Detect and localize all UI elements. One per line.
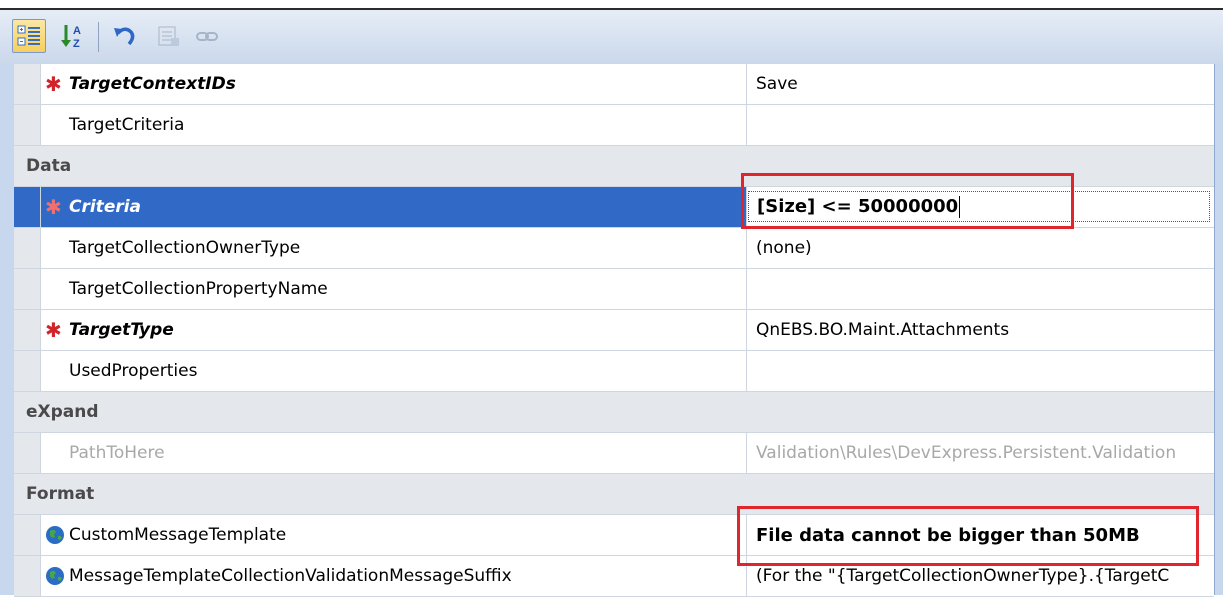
property-name[interactable]: ✱ Criteria [41,187,747,227]
message-highlight-box [737,506,1199,566]
grid-right-frame [1214,64,1223,595]
globe-icon [46,567,64,585]
property-value[interactable] [748,105,1214,145]
property-row-targetcollectionownertype[interactable]: TargetCollectionOwnerType (none) [14,228,1214,269]
cropped-top-strip [0,0,1223,8]
row-gutter [14,433,41,473]
property-value[interactable] [748,269,1214,309]
svg-text:A: A [73,25,81,37]
required-asterisk-icon: ✱ [45,195,62,219]
property-name-text: CustomMessageTemplate [69,525,287,545]
property-value[interactable] [748,351,1214,391]
row-gutter [14,310,41,350]
property-name[interactable]: PathToHere [41,433,747,473]
reset-button[interactable] [108,19,142,53]
property-row-pathtohere[interactable]: PathToHere Validation\Rules\DevExpress.P… [14,433,1214,474]
property-row-targetcontextids[interactable]: ✱ TargetContextIDs Save [14,64,1214,105]
property-value[interactable]: (none) [748,228,1214,268]
property-grid-toolbar: A Z [0,8,1223,67]
property-row-targetcriteria[interactable]: TargetCriteria [14,105,1214,146]
property-name[interactable]: TargetCollectionPropertyName [41,269,747,309]
property-name-text: MessageTemplateCollectionValidationMessa… [69,566,512,586]
row-gutter [14,187,41,227]
property-name[interactable]: ✱ TargetContextIDs [41,64,747,104]
property-name[interactable]: TargetCriteria [41,105,747,145]
property-name[interactable]: UsedProperties [41,351,747,391]
row-gutter [14,105,41,145]
property-name[interactable]: CustomMessageTemplate [41,515,747,555]
row-gutter [14,351,41,391]
property-row-usedproperties[interactable]: UsedProperties [14,351,1214,392]
categorized-button[interactable] [12,19,46,53]
property-name-text: TargetContextIDs [69,74,236,94]
property-name[interactable]: ✱ TargetType [41,310,747,350]
property-value[interactable]: Save [748,64,1214,104]
category-expand[interactable]: eXpand [14,392,1214,433]
row-gutter [14,228,41,268]
required-asterisk-icon: ✱ [45,72,62,96]
property-name-text: Criteria [69,197,142,217]
property-value[interactable]: Validation\Rules\DevExpress.Persistent.V… [748,433,1214,473]
property-pages-button[interactable] [152,19,186,53]
globe-icon [46,526,64,544]
property-name-text: TargetType [69,320,174,340]
row-gutter [14,269,41,309]
required-asterisk-icon: ✱ [45,318,62,342]
criteria-highlight-box [741,173,1074,229]
property-value[interactable]: QnEBS.BO.Maint.Attachments [748,310,1214,350]
property-row-targettype[interactable]: ✱ TargetType QnEBS.BO.Maint.Attachments [14,310,1214,351]
row-gutter [14,515,41,555]
alphabetical-button[interactable]: A Z [56,19,90,53]
row-gutter [14,64,41,104]
link-button[interactable] [190,19,224,53]
toolbar-separator [98,22,99,52]
property-name[interactable]: MessageTemplateCollectionValidationMessa… [41,556,747,596]
svg-text:Z: Z [73,38,80,49]
reset-icon [114,27,135,46]
grid-left-frame [0,64,15,595]
property-pages-icon [158,26,179,46]
categorized-icon [17,25,40,46]
row-gutter [14,556,41,596]
property-row-targetcollectionpropertyname[interactable]: TargetCollectionPropertyName [14,269,1214,310]
property-name[interactable]: TargetCollectionOwnerType [41,228,747,268]
link-icon [196,32,218,41]
alphabetical-sort-icon: A Z [61,25,81,49]
